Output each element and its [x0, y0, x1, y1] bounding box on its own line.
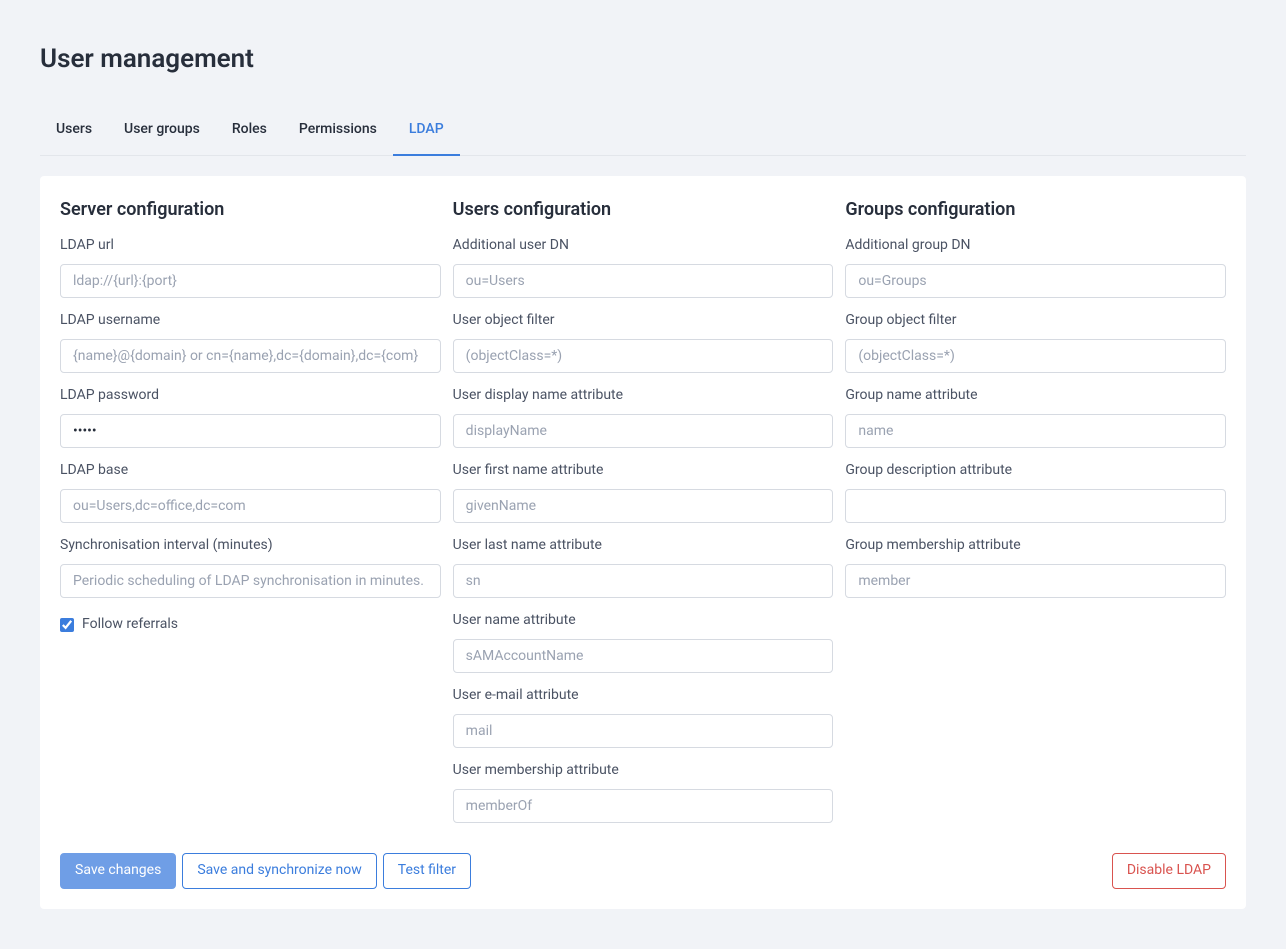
sync-interval-label: Synchronisation interval (minutes) [60, 535, 441, 556]
group-dn-input[interactable] [845, 264, 1226, 298]
group-filter-input[interactable] [845, 339, 1226, 373]
user-display-name-input[interactable] [453, 414, 834, 448]
group-filter-label: Group object filter [845, 310, 1226, 331]
user-name-attr-label: User name attribute [453, 610, 834, 631]
ldap-url-input[interactable] [60, 264, 441, 298]
user-dn-label: Additional user DN [453, 235, 834, 256]
tab-ldap[interactable]: LDAP [393, 107, 460, 156]
users-config-column: Users configuration Additional user DN U… [453, 196, 834, 835]
user-display-name-label: User display name attribute [453, 385, 834, 406]
sync-interval-input[interactable] [60, 564, 441, 598]
save-sync-button[interactable]: Save and synchronize now [182, 853, 376, 889]
ldap-base-label: LDAP base [60, 460, 441, 481]
follow-referrals-label: Follow referrals [82, 614, 178, 635]
user-email-input[interactable] [453, 714, 834, 748]
tab-user-groups[interactable]: User groups [108, 107, 216, 156]
user-filter-label: User object filter [453, 310, 834, 331]
server-config-title: Server configuration [60, 196, 441, 223]
ldap-panel: Server configuration LDAP url LDAP usern… [40, 176, 1246, 909]
group-desc-input[interactable] [845, 489, 1226, 523]
tabs: Users User groups Roles Permissions LDAP [40, 107, 1246, 156]
group-desc-label: Group description attribute [845, 460, 1226, 481]
page-title: User management [40, 40, 1246, 79]
group-membership-label: Group membership attribute [845, 535, 1226, 556]
users-config-title: Users configuration [453, 196, 834, 223]
disable-ldap-button[interactable]: Disable LDAP [1112, 853, 1226, 889]
test-filter-button[interactable]: Test filter [383, 853, 471, 889]
user-last-name-label: User last name attribute [453, 535, 834, 556]
ldap-password-input[interactable] [60, 414, 441, 448]
tab-permissions[interactable]: Permissions [283, 107, 393, 156]
user-membership-label: User membership attribute [453, 760, 834, 781]
groups-config-title: Groups configuration [845, 196, 1226, 223]
ldap-base-input[interactable] [60, 489, 441, 523]
ldap-url-label: LDAP url [60, 235, 441, 256]
group-name-attr-label: Group name attribute [845, 385, 1226, 406]
user-dn-input[interactable] [453, 264, 834, 298]
server-config-column: Server configuration LDAP url LDAP usern… [60, 196, 441, 835]
ldap-username-input[interactable] [60, 339, 441, 373]
follow-referrals-checkbox[interactable] [60, 618, 74, 632]
user-membership-input[interactable] [453, 789, 834, 823]
groups-config-column: Groups configuration Additional group DN… [845, 196, 1226, 835]
user-first-name-input[interactable] [453, 489, 834, 523]
user-email-label: User e-mail attribute [453, 685, 834, 706]
save-button[interactable]: Save changes [60, 853, 176, 889]
user-name-attr-input[interactable] [453, 639, 834, 673]
user-filter-input[interactable] [453, 339, 834, 373]
user-first-name-label: User first name attribute [453, 460, 834, 481]
ldap-username-label: LDAP username [60, 310, 441, 331]
tab-roles[interactable]: Roles [216, 107, 283, 156]
group-name-attr-input[interactable] [845, 414, 1226, 448]
tab-users[interactable]: Users [40, 107, 108, 156]
group-dn-label: Additional group DN [845, 235, 1226, 256]
ldap-password-label: LDAP password [60, 385, 441, 406]
user-last-name-input[interactable] [453, 564, 834, 598]
button-row: Save changes Save and synchronize now Te… [60, 853, 1226, 889]
group-membership-input[interactable] [845, 564, 1226, 598]
